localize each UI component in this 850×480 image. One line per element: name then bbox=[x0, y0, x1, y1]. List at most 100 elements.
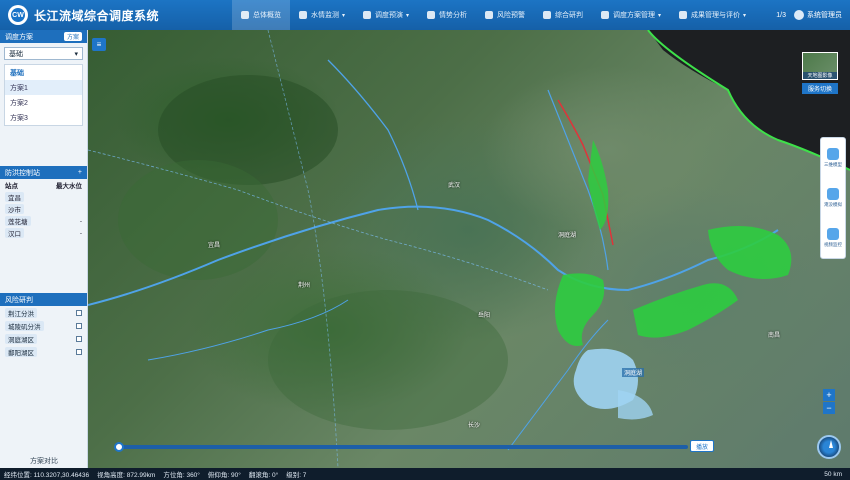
nav-label: 成果管理与评价 bbox=[691, 12, 741, 19]
section-title: 防洪控制站 bbox=[5, 169, 40, 177]
flood-zone bbox=[708, 226, 792, 279]
nav-item-results[interactable]: 成果管理与评价 ▾ bbox=[670, 0, 755, 30]
nav-label: 调度方案管理 bbox=[613, 12, 656, 19]
list-item[interactable]: 荆江分洪 bbox=[0, 306, 87, 319]
checkbox[interactable] bbox=[76, 322, 82, 329]
dropdown-option[interactable]: 基础 bbox=[5, 65, 82, 80]
status-pitch: 俯仰角: 90° bbox=[207, 472, 241, 479]
zoom-controls: + − bbox=[823, 389, 835, 415]
scheme-select-value: 基础 bbox=[9, 50, 23, 58]
flood-section-header: 防洪控制站 + bbox=[0, 166, 87, 179]
nav-item-warning[interactable]: 风险预警 bbox=[476, 0, 534, 30]
main-nav: 总体概览 水情监测 ▾ 调度预演 ▾ 情势分析 风险预警 综合研判 调度方案管理 ▾ … bbox=[232, 0, 776, 30]
compass-needle bbox=[829, 440, 833, 448]
table-row[interactable]: 汉口 - bbox=[0, 227, 87, 239]
status-bar: 经纬位置: 110.3207,30.46436 视角高度: 872.99km 方… bbox=[0, 468, 850, 480]
user-name[interactable]: 系统管理员 bbox=[807, 10, 842, 20]
checkbox[interactable] bbox=[76, 309, 82, 316]
play-button[interactable]: 播放 bbox=[690, 440, 714, 452]
scheme-icon bbox=[601, 11, 610, 19]
station-value: - bbox=[79, 217, 82, 225]
dropdown-option[interactable]: 方案3 bbox=[5, 110, 82, 125]
cube-icon bbox=[827, 148, 839, 160]
scale-bar: 50 km bbox=[824, 470, 842, 478]
brand: CW 长江流域综合调度系统 bbox=[0, 5, 232, 25]
status-altitude: 视角高度: 872.99km bbox=[97, 472, 156, 479]
risk-section-header: 风险研判 bbox=[0, 293, 87, 306]
scheme-select[interactable]: 基础 ▾ bbox=[4, 47, 83, 60]
map-view[interactable]: 武汉 宜昌 荆州 岳阳 长沙 南昌 洞庭湖 bbox=[88, 30, 850, 468]
nav-label: 风险预警 bbox=[497, 12, 526, 19]
judgement-icon bbox=[543, 11, 552, 19]
checkbox[interactable] bbox=[76, 335, 82, 342]
nav-item-scheme-manage[interactable]: 调度方案管理 ▾ bbox=[592, 0, 670, 30]
tool-label: 三维模型 bbox=[824, 162, 842, 167]
place-label: 岳阳 bbox=[478, 313, 491, 319]
chevron-down-icon: ▾ bbox=[743, 12, 747, 19]
list-item[interactable]: 城陵矶分洪 bbox=[0, 319, 87, 332]
tool-3d-model[interactable]: 三维模型 bbox=[821, 138, 845, 178]
table-row[interactable]: 莲花塘 - bbox=[0, 215, 87, 227]
list-item[interactable]: 鄱阳湖区 bbox=[0, 345, 87, 358]
nav-item-overview[interactable]: 总体概览 bbox=[232, 0, 290, 30]
nav-label: 水情监测 bbox=[311, 12, 339, 19]
nav-item-rehearsal[interactable]: 调度预演 ▾ bbox=[354, 0, 418, 30]
status-heading: 方位角: 360° bbox=[163, 472, 200, 479]
risk-label: 荆江分洪 bbox=[5, 307, 37, 318]
dropdown-option[interactable]: 方案1 bbox=[5, 80, 82, 95]
app-logo-mark: CW bbox=[11, 8, 25, 22]
basemap-thumbnail-label: 天地图影像 bbox=[803, 72, 837, 79]
station-name: 汉口 bbox=[5, 228, 24, 238]
right-toolbar: 三维模型 淹没模拟 视频监控 bbox=[820, 137, 846, 259]
dropdown-option[interactable]: 方案2 bbox=[5, 95, 82, 110]
left-panel: 调度方案 方案 基础 ▾ 基础 方案1 方案2 方案3 防洪控制站 + 站点 最… bbox=[0, 30, 88, 468]
nav-item-judgement[interactable]: 综合研判 bbox=[534, 0, 592, 30]
station-name: 沙市 bbox=[5, 204, 24, 214]
basemap-thumbnail[interactable]: 天地图影像 bbox=[802, 52, 838, 80]
list-item[interactable]: 洞庭湖区 bbox=[0, 332, 87, 345]
scheme-tag[interactable]: 方案 bbox=[63, 32, 82, 41]
page-indicator[interactable]: 1/3 bbox=[776, 12, 786, 19]
zoom-out-button[interactable]: − bbox=[823, 402, 835, 414]
compass-icon[interactable] bbox=[817, 435, 841, 459]
risk-label: 鄱阳湖区 bbox=[5, 346, 37, 357]
table-row[interactable]: 沙市 bbox=[0, 203, 87, 215]
tool-label: 视频监控 bbox=[824, 242, 842, 247]
nav-item-analysis[interactable]: 情势分析 bbox=[418, 0, 476, 30]
chevron-down-icon: ▾ bbox=[74, 50, 78, 58]
compare-button[interactable]: 方案对比 bbox=[0, 454, 88, 468]
tool-label: 淹没模拟 bbox=[824, 202, 842, 207]
table-header: 站点 最大水位 bbox=[0, 179, 87, 191]
checkbox[interactable] bbox=[76, 348, 82, 355]
station-name: 宜昌 bbox=[5, 192, 24, 202]
red-route bbox=[557, 99, 614, 246]
slider-handle[interactable] bbox=[114, 442, 124, 452]
section-title: 风险研判 bbox=[5, 296, 33, 304]
place-label: 南昌 bbox=[768, 333, 781, 339]
place-label: 宜昌 bbox=[208, 243, 221, 249]
nav-label: 总体概览 bbox=[253, 12, 281, 19]
top-header: CW 长江流域综合调度系统 总体概览 水情监测 ▾ 调度预演 ▾ 情势分析 风险预警… bbox=[0, 0, 850, 30]
table-row[interactable]: 宜昌 bbox=[0, 191, 87, 203]
lake-label: 洞庭湖 bbox=[622, 368, 645, 377]
tool-inundation[interactable]: 淹没模拟 bbox=[821, 178, 845, 218]
nav-label: 综合研判 bbox=[555, 12, 584, 19]
flood-zone bbox=[588, 140, 609, 230]
chevron-down-icon: ▾ bbox=[658, 12, 662, 19]
nav-item-monitoring[interactable]: 水情监测 ▾ bbox=[290, 0, 354, 30]
layer-toggle-button[interactable]: ≡ bbox=[92, 38, 106, 51]
basemap-switch-button[interactable]: 服务切换 bbox=[802, 83, 838, 94]
poyang-area bbox=[618, 390, 653, 420]
warning-icon bbox=[485, 11, 494, 19]
cloud-icon bbox=[827, 188, 839, 200]
section-title: 调度方案 bbox=[5, 33, 33, 41]
tool-video[interactable]: 视频监控 bbox=[821, 218, 845, 258]
time-slider[interactable] bbox=[114, 442, 688, 452]
app-title: 长江流域综合调度系统 bbox=[34, 8, 160, 23]
risk-label: 城陵矶分洪 bbox=[5, 320, 44, 331]
expand-icon[interactable]: + bbox=[78, 169, 82, 176]
zoom-in-button[interactable]: + bbox=[823, 389, 835, 401]
user-icon bbox=[794, 10, 804, 20]
rehearsal-icon bbox=[363, 11, 372, 19]
results-icon bbox=[679, 11, 688, 19]
